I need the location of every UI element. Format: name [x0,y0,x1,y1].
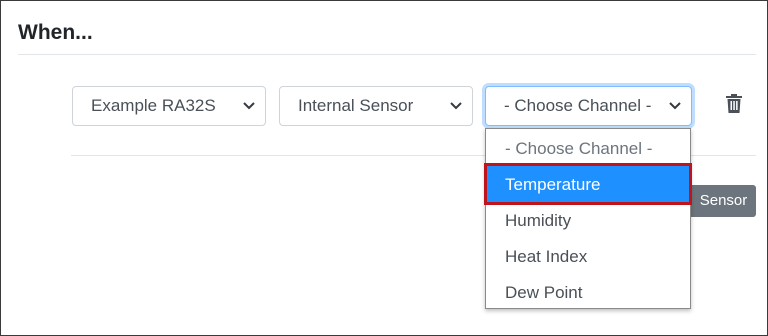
channel-dropdown-list: - Choose Channel - Humidity Heat Index D… [484,128,692,311]
section-title: When... [18,21,93,44]
section-divider [18,54,756,55]
dropdown-option-placeholder[interactable]: - Choose Channel - [486,131,690,167]
dropdown-option-dew-point[interactable]: Dew Point [486,275,690,311]
chevron-down-icon [669,102,681,110]
dropdown-option-temperature[interactable]: Temperature [484,163,692,205]
chevron-down-icon [243,102,255,110]
sensor-badge: Sensor [691,185,756,217]
chevron-down-icon [450,102,462,110]
trash-icon[interactable] [725,94,743,113]
device-select-value: Example RA32S [91,96,216,115]
source-select[interactable]: Internal Sensor [279,86,473,126]
dropdown-option-humidity[interactable]: Humidity [486,203,690,239]
device-select[interactable]: Example RA32S [72,86,266,126]
channel-select[interactable]: - Choose Channel - [485,86,692,126]
channel-select-value: - Choose Channel - [504,96,652,115]
source-select-value: Internal Sensor [298,96,414,115]
dropdown-option-heat-index[interactable]: Heat Index [486,239,690,275]
